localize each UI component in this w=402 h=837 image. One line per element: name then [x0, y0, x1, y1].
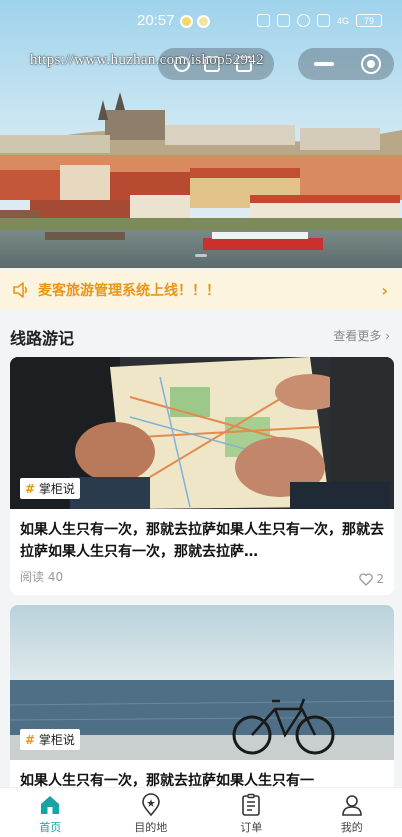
card-tag: # 掌柜说	[20, 478, 80, 499]
banner-indicator	[0, 254, 402, 257]
signal-icon: 4G	[336, 15, 349, 26]
miniprogram-capsule[interactable]	[298, 48, 394, 80]
tab-label: 首页	[39, 821, 62, 834]
status-bar: 20:57 4G 79	[0, 12, 402, 34]
banner-image	[0, 0, 402, 268]
section-title: 线路游记	[10, 329, 75, 348]
travel-note-card[interactable]: # 掌柜说 如果人生只有一次，那就去拉萨如果人生只有一	[10, 605, 394, 795]
nfc-icon	[256, 14, 270, 27]
indicator-dot	[195, 254, 207, 257]
more-icon[interactable]	[314, 62, 334, 66]
card-tag: # 掌柜说	[20, 729, 80, 750]
tab-label: 目的地	[134, 821, 168, 834]
section-header: 线路游记 查看更多 ›	[0, 310, 402, 358]
tab-profile[interactable]: 我的	[302, 788, 402, 837]
view-more-link[interactable]: 查看更多 ›	[333, 327, 390, 344]
speaker-icon	[13, 282, 28, 298]
notification-icon	[180, 15, 193, 28]
bluetooth-icon	[296, 14, 310, 27]
notice-bar[interactable]: 麦客旅游管理系统上线！！！ ›	[0, 270, 402, 310]
card-title: 如果人生只有一次，那就去拉萨如果人生只有一次，那就去拉萨如果人生只有一次，那就去…	[20, 522, 384, 560]
watermark-text: https://www.huzhan.com/ishop52942	[30, 52, 264, 68]
mute-icon	[316, 14, 330, 27]
card-image: # 掌柜说	[10, 357, 394, 509]
battery-icon: 79	[356, 14, 382, 27]
user-icon	[341, 795, 362, 816]
card-image: # 掌柜说	[10, 605, 394, 760]
notice-text: 麦客旅游管理系统上线！！！	[38, 283, 220, 299]
tab-label: 我的	[340, 821, 363, 834]
tab-label: 订单	[240, 821, 263, 834]
tab-orders[interactable]: 订单	[201, 788, 302, 837]
heart-icon	[359, 572, 374, 586]
notification-icon	[197, 15, 210, 28]
status-time: 20:57	[137, 12, 175, 29]
like-button[interactable]: 2	[359, 572, 384, 586]
vibrate-icon	[276, 14, 290, 27]
read-count: 阅读 40	[20, 570, 64, 584]
tab-home[interactable]: 首页	[0, 788, 101, 837]
order-icon	[242, 793, 261, 816]
tab-bar: 首页 目的地 订单 我的	[0, 787, 402, 837]
home-icon	[41, 796, 60, 814]
tab-destination[interactable]: 目的地	[101, 788, 202, 837]
hero-banner[interactable]: 20:57 4G 79 https://www.huzhan.com/ishop…	[0, 0, 402, 268]
close-icon[interactable]	[361, 54, 381, 74]
chevron-right-icon[interactable]: ›	[381, 281, 388, 300]
like-count: 2	[376, 572, 384, 586]
travel-note-card[interactable]: # 掌柜说 如果人生只有一次，那就去拉萨如果人生只有一次，那就去拉萨如果人生只有…	[10, 357, 394, 595]
location-icon	[141, 793, 160, 817]
